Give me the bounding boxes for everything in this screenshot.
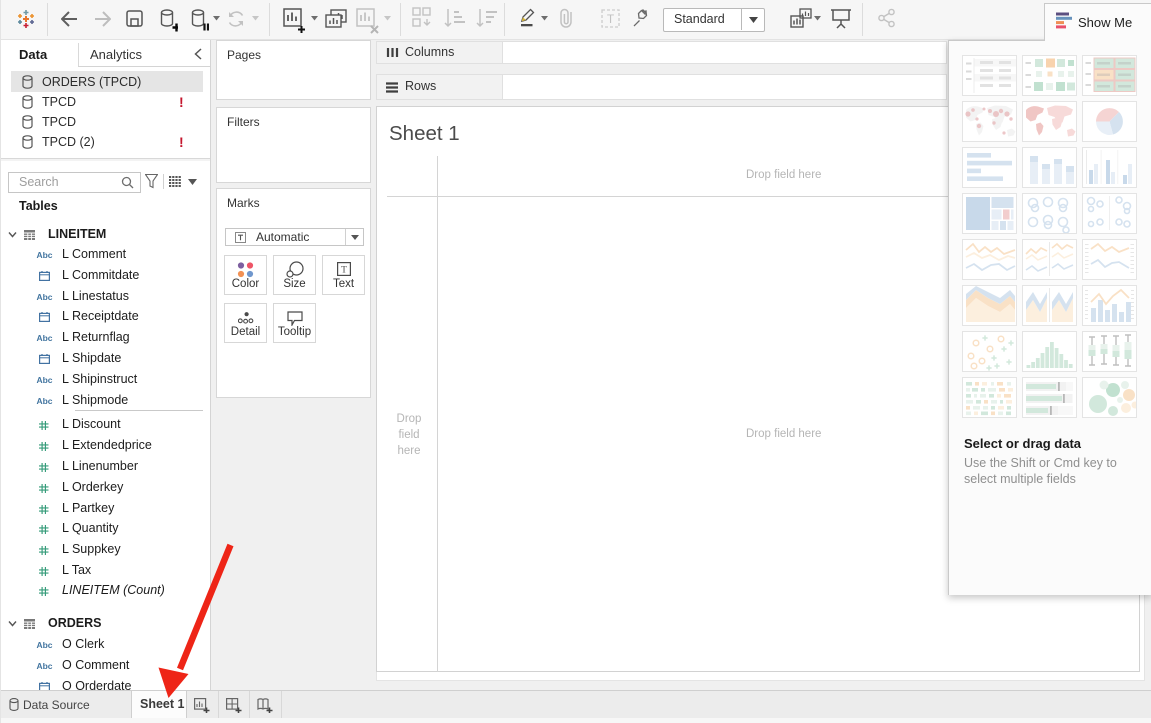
svg-text:T: T xyxy=(341,266,347,276)
svg-text:T: T xyxy=(607,12,615,26)
